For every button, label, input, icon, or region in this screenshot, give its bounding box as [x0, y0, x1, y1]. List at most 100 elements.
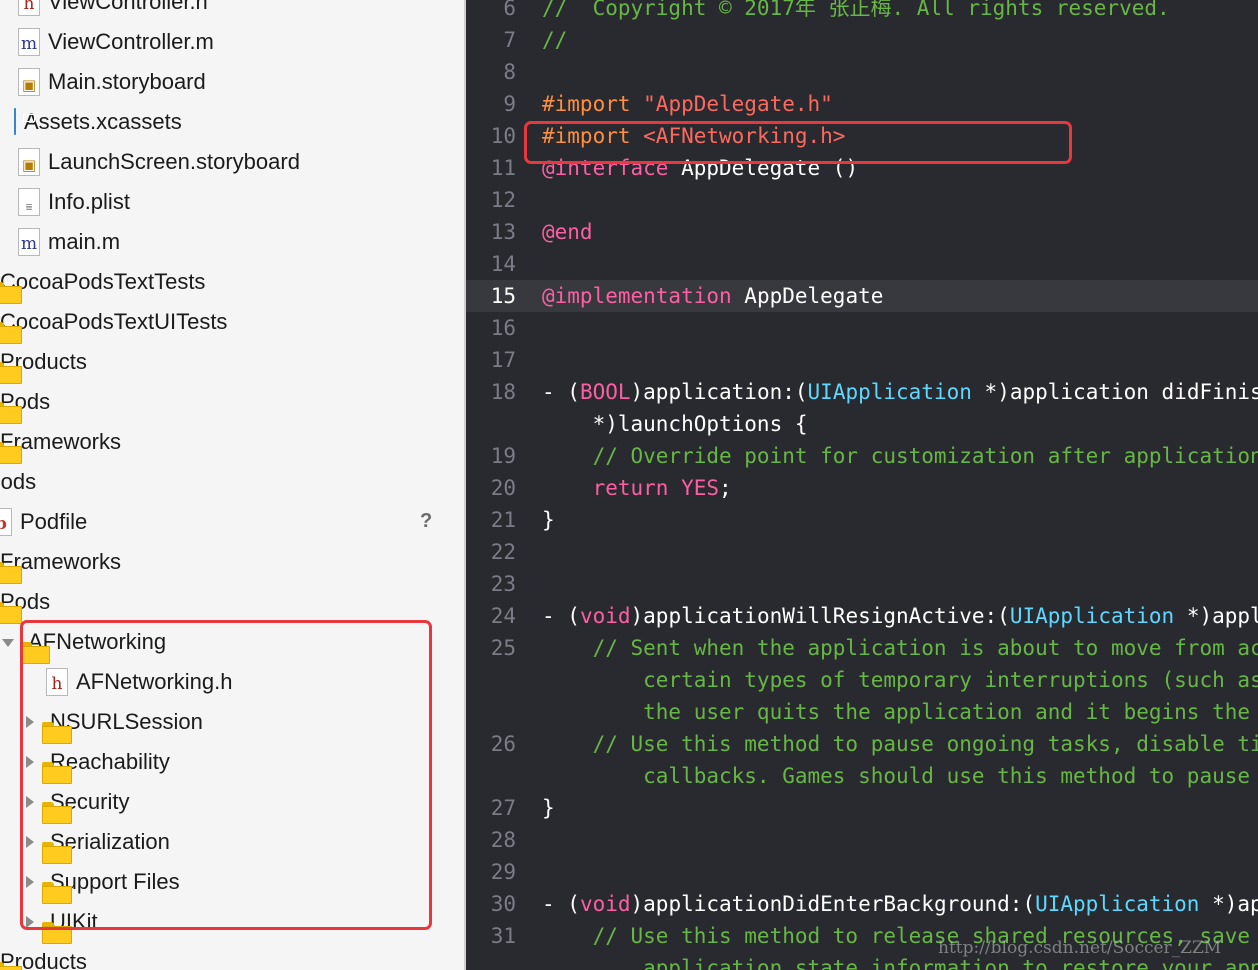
disclosure-triangle-icon[interactable] — [2, 639, 14, 647]
asset-catalog-icon — [14, 108, 16, 135]
code-text: } — [542, 792, 555, 824]
navigator-item[interactable]: ▣ LaunchScreen.storyboard — [18, 142, 300, 182]
code-line[interactable]: 17 — [466, 344, 1258, 376]
navigator-item-label: Assets.xcassets — [24, 109, 182, 134]
code-token: application state information to restore… — [643, 956, 1258, 970]
code-token: YES — [681, 476, 720, 500]
navigator-item[interactable]: h ViewController.h — [18, 0, 208, 22]
code-token: UIApplication — [1009, 604, 1175, 628]
navigator-item-label: main.m — [48, 229, 121, 254]
code-token: *)application { — [1212, 892, 1258, 916]
code-line[interactable]: 16 — [466, 312, 1258, 344]
navigator-item-label: Main.storyboard — [48, 69, 206, 94]
navigator-item[interactable]: Pods — [0, 462, 36, 502]
navigator-item-label: LaunchScreen.storyboard — [48, 149, 300, 174]
code-token: - ( — [542, 604, 580, 628]
code-text: - (BOOL)application:(UIApplication *)app… — [542, 376, 1258, 408]
plist-file-icon: ≣ — [18, 188, 40, 216]
navigator-item-label: Info.plist — [48, 189, 130, 214]
code-line[interactable]: 12 — [466, 184, 1258, 216]
code-line[interactable]: 20 return YES; — [466, 472, 1258, 504]
code-line[interactable]: 7 // — [466, 24, 1258, 56]
code-token: @implementation — [542, 284, 732, 308]
navigator-item[interactable]: CocoaPodsTextUITests — [0, 302, 227, 342]
navigator-item[interactable]: ▣ Main.storyboard — [18, 62, 206, 102]
code-line[interactable]: 18 - (BOOL)application:(UIApplication *)a… — [466, 376, 1258, 408]
code-line[interactable]: certain types of temporary interruptions… — [466, 664, 1258, 696]
code-token: } — [542, 796, 555, 820]
code-line[interactable]: callbacks. Games should use this method … — [466, 760, 1258, 792]
code-token: // — [542, 28, 568, 52]
navigator-item[interactable]: m main.m — [18, 222, 120, 262]
line-number: 15 — [490, 284, 516, 308]
navigator-item-label: Podfile — [20, 509, 88, 534]
line-number: 29 — [490, 860, 516, 884]
code-token: // Override point for customization afte… — [592, 444, 1258, 468]
code-line[interactable]: 23 — [466, 568, 1258, 600]
navigator-item-label: ViewController.h — [48, 0, 208, 14]
code-token: BOOL — [579, 380, 631, 404]
code-token: } — [542, 508, 555, 532]
code-text: @implementation AppDelegate — [542, 280, 883, 312]
current-code-line[interactable]: 15 @implementation AppDelegate — [466, 280, 1258, 312]
navigator-item[interactable]: b Podfile — [0, 502, 87, 542]
line-number: 23 — [490, 572, 516, 596]
line-number: 18 — [490, 380, 516, 404]
code-line[interactable]: 22 — [466, 536, 1258, 568]
navigator-item[interactable]: Frameworks — [0, 542, 121, 582]
code-text: callbacks. Games should use this method … — [542, 760, 1258, 792]
code-line[interactable]: 9 #import "AppDelegate.h" — [466, 88, 1258, 120]
navigator-item-label: CocoaPodsTextTests — [0, 269, 206, 294]
code-line[interactable]: 6 // Copyright © 2017年 张正梅. All rights re… — [466, 0, 1258, 24]
code-line[interactable]: 19 // Override point for customization a… — [466, 440, 1258, 472]
code-line[interactable]: *)launchOptions { — [466, 408, 1258, 440]
code-line[interactable]: the user quits the application and it be… — [466, 696, 1258, 728]
line-number: 26 — [490, 732, 516, 756]
line-number: 11 — [490, 156, 516, 180]
code-line[interactable]: 21} — [466, 504, 1258, 536]
line-number: 9 — [503, 92, 516, 116]
code-line[interactable]: 29 — [466, 856, 1258, 888]
code-text: // Copyright © 2017年 张正梅. All rights res… — [542, 0, 1170, 24]
navigator-item[interactable]: Pods — [0, 382, 50, 422]
line-number: 14 — [490, 252, 516, 276]
code-token: the user quits the application and it be… — [643, 700, 1251, 724]
code-token: AppDelegate — [731, 284, 884, 308]
navigator-item[interactable]: Assets.xcassets — [14, 102, 182, 142]
implementation-file-icon: m — [18, 28, 40, 56]
navigator-item-label: Pods — [0, 469, 37, 494]
code-token: )applicationWillResignActive:( — [630, 604, 1010, 628]
code-line[interactable]: 28 — [466, 824, 1258, 856]
code-text: *)launchOptions { — [542, 408, 808, 440]
code-text: // Use this method to pause ongoing task… — [542, 728, 1258, 760]
code-line[interactable]: 14 — [466, 248, 1258, 280]
navigator-item[interactable]: CocoaPodsTextTests — [0, 262, 205, 302]
navigator-item[interactable]: Products — [0, 342, 87, 382]
code-line[interactable]: 24 - (void)applicationWillResignActive:(U… — [466, 600, 1258, 632]
line-number: 22 — [490, 540, 516, 564]
line-number: 16 — [490, 316, 516, 340]
navigator-item[interactable]: Products — [0, 942, 87, 970]
header-file-icon: h — [18, 0, 40, 16]
navigator-item-label: CocoaPodsTextUITests — [0, 309, 228, 334]
code-line[interactable]: 8 — [466, 56, 1258, 88]
line-number: 12 — [490, 188, 516, 212]
code-line[interactable]: 27} — [466, 792, 1258, 824]
line-number: 25 — [490, 636, 516, 660]
code-token: return — [592, 476, 669, 500]
navigator-item[interactable]: m ViewController.m — [18, 22, 214, 62]
navigator-item[interactable]: Frameworks — [0, 422, 121, 462]
code-line[interactable]: 25 // Sent when the application is about… — [466, 632, 1258, 664]
line-number: 19 — [490, 444, 516, 468]
code-token: *)launchOptions { — [542, 412, 808, 436]
code-line[interactable]: 30 - (void)applicationDidEnterBackground:… — [466, 888, 1258, 920]
line-number: 6 — [503, 0, 516, 20]
code-text: // — [542, 24, 567, 56]
code-line[interactable]: 13 @end — [466, 216, 1258, 248]
navigator-item[interactable]: Pods — [0, 582, 50, 622]
code-text: certain types of temporary interruptions… — [542, 664, 1258, 696]
navigator-item[interactable]: ≣ Info.plist — [18, 182, 130, 222]
code-text: // Sent when the application is about to… — [542, 632, 1258, 664]
code-line[interactable]: 26 // Use this method to pause ongoing t… — [466, 728, 1258, 760]
code-token: void — [579, 892, 631, 916]
